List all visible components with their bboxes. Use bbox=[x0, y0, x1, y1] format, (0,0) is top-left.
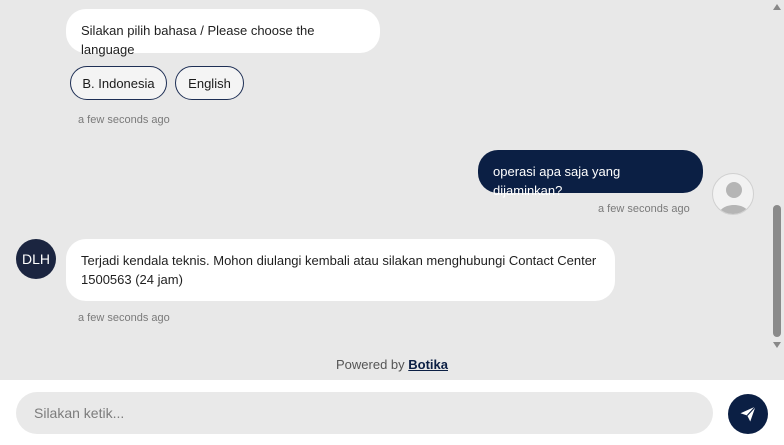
chat-messages-area: Silakan pilih bahasa / Please choose the… bbox=[0, 0, 770, 380]
message-timestamp: a few seconds ago bbox=[598, 203, 690, 215]
bot-message-error: Terjadi kendala teknis. Mohon diulangi k… bbox=[66, 239, 615, 301]
quick-reply-label: B. Indonesia bbox=[82, 75, 155, 91]
message-input[interactable] bbox=[16, 392, 713, 434]
bot-message-text: Silakan pilih bahasa / Please choose the… bbox=[81, 23, 315, 57]
powered-by-footer: Powered by Botika bbox=[0, 357, 784, 372]
user-message-text: operasi apa saja yang dijaminkan? bbox=[493, 164, 621, 198]
bot-avatar-initials: DLH bbox=[21, 251, 50, 267]
bot-message-language-prompt: Silakan pilih bahasa / Please choose the… bbox=[66, 9, 380, 57]
message-timestamp: a few seconds ago bbox=[78, 312, 170, 324]
bot-message-text: Terjadi kendala teknis. Mohon diulangi k… bbox=[81, 253, 597, 287]
user-message: operasi apa saja yang dijaminkan? bbox=[478, 150, 703, 198]
botika-link[interactable]: Botika bbox=[408, 357, 448, 372]
quick-reply-english-button[interactable]: English bbox=[175, 66, 244, 100]
quick-reply-indonesia-button[interactable]: B. Indonesia bbox=[70, 66, 167, 100]
composer-bar bbox=[0, 380, 784, 445]
send-button[interactable] bbox=[728, 394, 768, 434]
quick-reply-label: English bbox=[188, 75, 231, 91]
scroll-down-arrow-icon[interactable] bbox=[773, 342, 781, 348]
user-avatar bbox=[712, 173, 754, 215]
chat-scrollbar[interactable] bbox=[770, 0, 784, 352]
scrollbar-thumb[interactable] bbox=[773, 205, 781, 337]
scroll-up-arrow-icon[interactable] bbox=[773, 4, 781, 10]
powered-by-label: Powered by bbox=[335, 357, 405, 372]
bot-avatar: DLH bbox=[16, 239, 56, 279]
paper-plane-icon bbox=[740, 406, 756, 422]
message-timestamp: a few seconds ago bbox=[78, 114, 170, 126]
default-user-icon bbox=[719, 182, 749, 214]
